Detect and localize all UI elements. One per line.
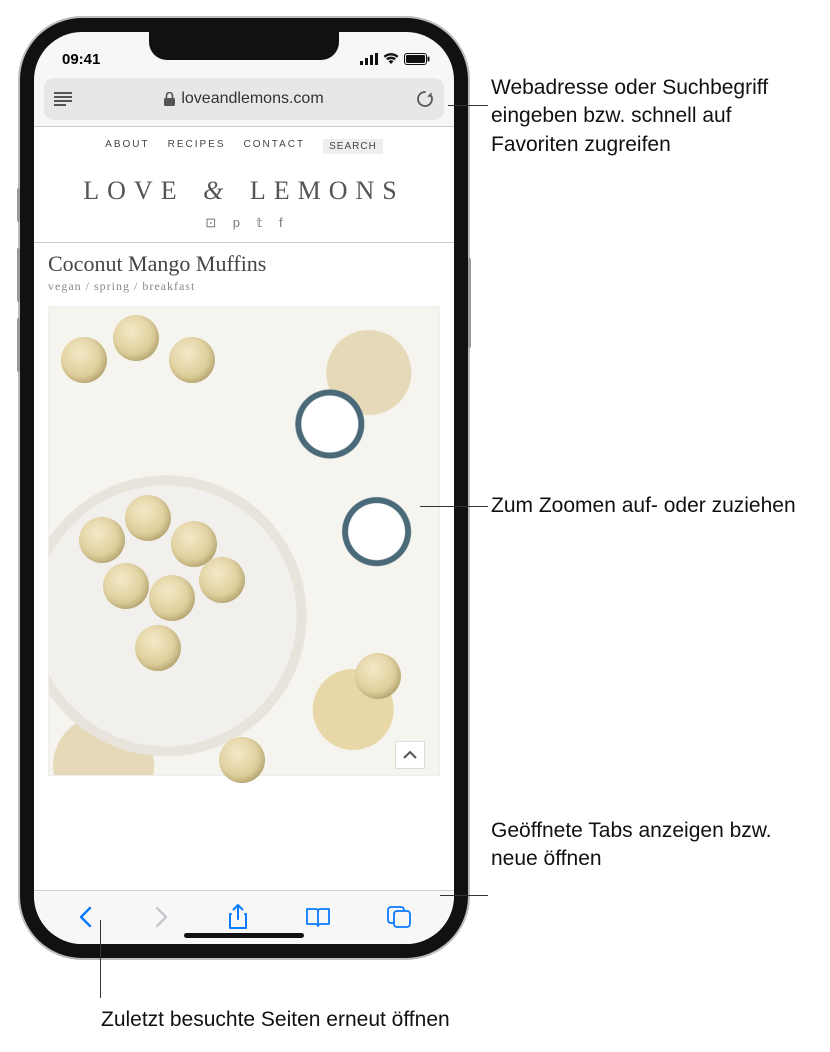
- callout-zoom: Zum Zoomen auf- oder zuziehen: [491, 492, 811, 520]
- back-button[interactable]: [76, 905, 96, 929]
- site-logo[interactable]: LOVE & LEMONS: [34, 162, 454, 214]
- address-field[interactable]: loveandlemons.com: [80, 90, 408, 108]
- iphone-frame: 09:41 loveandlemons.com ABOUT RECIPES CO…: [20, 18, 468, 958]
- scroll-top-button[interactable]: [395, 741, 425, 769]
- address-bar[interactable]: loveandlemons.com: [44, 78, 444, 120]
- forward-button: [151, 905, 171, 929]
- notch: [149, 32, 339, 60]
- cellular-icon: [360, 53, 378, 65]
- muffin: [79, 517, 125, 563]
- url-text: loveandlemons.com: [181, 90, 323, 108]
- reload-icon[interactable]: [416, 90, 434, 108]
- instagram-icon[interactable]: ⊡: [205, 215, 216, 230]
- callout-history: Zuletzt besuchte Seiten erneut öffnen: [101, 1006, 601, 1034]
- reader-icon[interactable]: [54, 92, 72, 106]
- muffin: [135, 625, 181, 671]
- nav-contact[interactable]: CONTACT: [244, 139, 306, 154]
- status-indicators: [360, 53, 430, 65]
- status-time: 09:41: [62, 51, 100, 68]
- screen: 09:41 loveandlemons.com ABOUT RECIPES CO…: [34, 32, 454, 944]
- web-content[interactable]: ABOUT RECIPES CONTACT SEARCH LOVE & LEMO…: [34, 126, 454, 890]
- muffin: [113, 315, 159, 361]
- tabs-button[interactable]: [386, 905, 412, 929]
- muffin: [169, 337, 215, 383]
- callout-lead: [100, 920, 101, 998]
- logo-right: LEMONS: [250, 176, 405, 205]
- muffin: [219, 737, 265, 783]
- nav-about[interactable]: ABOUT: [105, 139, 149, 154]
- muffin: [149, 575, 195, 621]
- volume-down: [17, 318, 20, 372]
- battery-icon: [404, 53, 430, 65]
- muffin: [125, 495, 171, 541]
- twitter-icon[interactable]: 𝕥: [256, 215, 262, 230]
- bookmarks-button[interactable]: [305, 905, 331, 929]
- muffin: [199, 557, 245, 603]
- nav-recipes[interactable]: RECIPES: [168, 139, 226, 154]
- logo-left: LOVE: [83, 176, 184, 205]
- home-indicator: [184, 933, 304, 938]
- muffin: [103, 563, 149, 609]
- post-tags: vegan / spring / breakfast: [34, 279, 454, 302]
- side-button: [468, 258, 471, 348]
- callout-lead: [420, 506, 488, 507]
- muffin: [355, 653, 401, 699]
- share-button[interactable]: [227, 903, 249, 931]
- callout-tabs: Geöffnete Tabs anzeigen bzw. neue öffnen: [491, 817, 811, 874]
- callout-lead: [448, 105, 488, 106]
- post-title[interactable]: Coconut Mango Muffins: [34, 242, 454, 279]
- muffin: [61, 337, 107, 383]
- volume-up: [17, 248, 20, 302]
- lock-icon: [164, 92, 175, 106]
- site-nav: ABOUT RECIPES CONTACT SEARCH: [34, 127, 454, 162]
- nav-search[interactable]: SEARCH: [323, 139, 383, 154]
- social-icons: ⊡ p 𝕥 f: [34, 214, 454, 242]
- callout-address: Webadresse oder Suchbegriff eingeben bzw…: [491, 74, 811, 159]
- wifi-icon: [383, 53, 399, 65]
- pinterest-icon[interactable]: p: [233, 215, 240, 230]
- mute-switch: [17, 188, 20, 222]
- facebook-icon[interactable]: f: [279, 215, 283, 230]
- post-photo[interactable]: [48, 306, 440, 776]
- logo-amp: &: [199, 176, 235, 205]
- callout-lead: [440, 895, 488, 896]
- chevron-up-icon: [403, 750, 417, 760]
